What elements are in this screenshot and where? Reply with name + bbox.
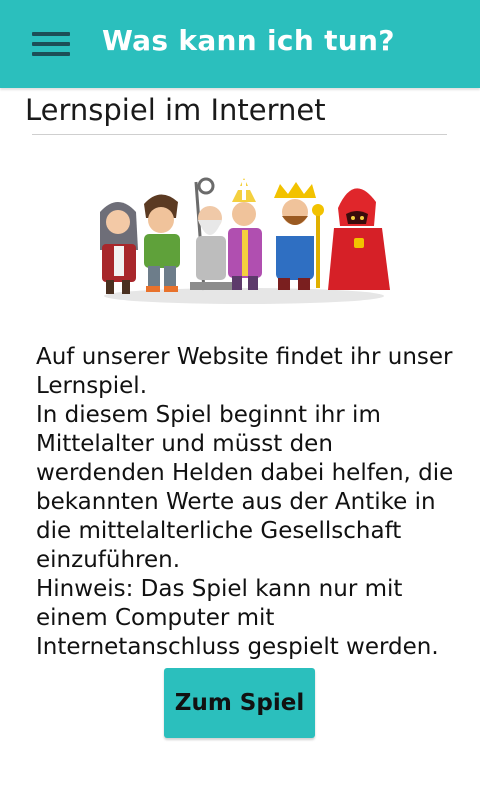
menu-button[interactable] (28, 26, 76, 62)
hamburger-menu-icon-bar (32, 42, 70, 46)
paragraph-intro: Auf unserer Website findet ihr unser Ler… (36, 344, 453, 399)
to-game-button[interactable]: Zum Spiel (164, 668, 315, 738)
character-philosopher (190, 177, 232, 291)
character-hooded (328, 188, 390, 290)
characters-illustration (92, 172, 396, 308)
app-bar-title: Was kann ich tun? (102, 24, 395, 57)
title-divider (32, 134, 447, 135)
hamburger-menu-icon-bar (32, 52, 70, 56)
character-king (274, 182, 324, 290)
app-bar: Was kann ich tun? (0, 0, 480, 88)
paragraph-hint: Hinweis: Das Spiel kann nur mit einem Co… (36, 576, 439, 660)
character-bishop (228, 178, 262, 290)
character-youth (144, 194, 180, 292)
hamburger-menu-icon (32, 32, 70, 36)
page-title: Lernspiel im Internet (25, 93, 326, 127)
character-nobleman (100, 202, 138, 294)
description-text: Auf unserer Website findet ihr unser Ler… (36, 343, 456, 662)
paragraph-game: In diesem Spiel beginnt ihr im Mittelalt… (36, 402, 454, 573)
